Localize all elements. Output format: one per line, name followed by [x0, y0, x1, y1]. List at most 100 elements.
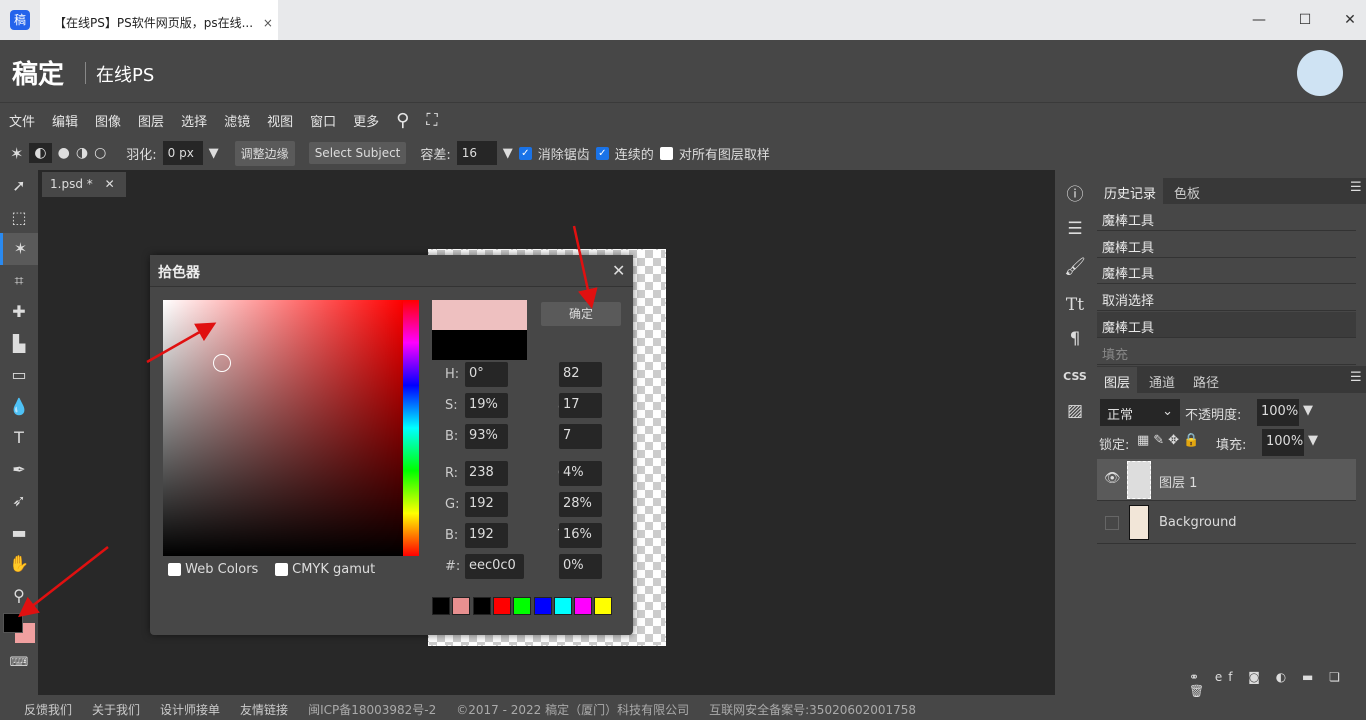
color-field-input[interactable]: 16%	[559, 523, 602, 548]
color-field-input[interactable]: 93%	[465, 424, 508, 449]
hand-tool-icon[interactable]: ✋	[0, 548, 38, 580]
color-field-input[interactable]: eec0c0	[465, 554, 524, 579]
menu-file[interactable]: 文件	[0, 111, 43, 130]
layer-row[interactable]: Background	[1097, 502, 1356, 544]
keyboard-icon[interactable]: ⌨	[0, 647, 38, 679]
ok-button[interactable]: 确定	[541, 302, 621, 326]
character-icon[interactable]: Tt	[1055, 288, 1095, 322]
color-field-input[interactable]: 238	[465, 461, 508, 486]
visibility-eye-icon[interactable]: 👁	[1104, 471, 1121, 486]
intersect-selection-icon[interactable]: ○	[94, 145, 106, 161]
zoom-tool-icon[interactable]: ⚲	[0, 580, 38, 612]
menu-more[interactable]: 更多	[344, 111, 387, 130]
preset-swatch[interactable]	[432, 597, 450, 615]
tab-layers[interactable]: 图层	[1097, 367, 1138, 393]
feather-input[interactable]: 0 px	[162, 141, 203, 165]
preset-swatch[interactable]	[492, 597, 511, 615]
history-item[interactable]: 魔棒工具	[1097, 205, 1356, 231]
preset-swatch[interactable]	[452, 597, 471, 615]
feather-dropdown-icon[interactable]: ▼	[209, 146, 219, 161]
crop-tool-icon[interactable]: ⌗	[0, 265, 38, 297]
cmyk-gamut-option[interactable]: CMYK gamut	[275, 562, 375, 577]
maximize-button[interactable]: ☐	[1290, 8, 1320, 32]
healing-tool-icon[interactable]: ✚	[0, 296, 38, 328]
visibility-checkbox[interactable]	[1105, 516, 1119, 530]
hue-slider[interactable]	[403, 300, 419, 556]
color-field-input[interactable]: 17	[559, 393, 602, 418]
color-field-input[interactable]: 7	[559, 424, 602, 449]
contiguous-checkbox[interactable]: ✓	[595, 146, 609, 160]
footer-link-about[interactable]: 关于我们	[92, 701, 140, 718]
path-select-tool-icon[interactable]: ➶	[0, 485, 38, 517]
menu-filter[interactable]: 滤镜	[215, 111, 258, 130]
subtract-selection-icon[interactable]: ◑	[76, 145, 88, 161]
browser-tab[interactable]: 【在线PS】PS软件网页版，ps在线... ×	[40, 0, 278, 40]
history-menu-icon[interactable]: ☰	[1350, 180, 1362, 195]
history-item[interactable]: 魔棒工具	[1097, 231, 1356, 258]
fill-input[interactable]: 100%	[1262, 429, 1304, 456]
image-icon[interactable]: ▨	[1055, 394, 1095, 428]
menu-view[interactable]: 视图	[258, 111, 301, 130]
footer-link-friends[interactable]: 友情链接	[240, 701, 288, 718]
color-field-input[interactable]: 4%	[559, 461, 602, 486]
blur-tool-icon[interactable]: 💧	[0, 391, 38, 423]
footer-security[interactable]: 互联网安全备案号:35020602001758	[709, 701, 916, 718]
menu-select[interactable]: 选择	[172, 111, 215, 130]
opacity-input[interactable]: 100%	[1257, 399, 1299, 426]
pen-tool-icon[interactable]: ✒	[0, 454, 38, 486]
tab-close-icon[interactable]: ×	[263, 16, 273, 30]
tab-swatches[interactable]: 色板	[1167, 178, 1207, 204]
preset-swatch[interactable]	[513, 597, 532, 615]
type-tool-icon[interactable]: T	[0, 422, 38, 454]
tab-channels[interactable]: 通道	[1142, 367, 1182, 393]
footer-link-feedback[interactable]: 反馈我们	[24, 701, 72, 718]
search-icon[interactable]: ⚲	[387, 110, 417, 131]
menu-image[interactable]: 图像	[86, 111, 129, 130]
shape-tool-icon[interactable]: ▬	[0, 517, 38, 549]
layer-actions[interactable]: ⚭ ef ◙ ◐ ▬ ❏ 🗑	[1189, 670, 1366, 698]
preset-swatch[interactable]	[533, 597, 552, 615]
menu-edit[interactable]: 编辑	[43, 111, 86, 130]
preset-swatch[interactable]	[574, 597, 593, 615]
window-close-button[interactable]: ✕	[1335, 8, 1365, 32]
document-tab[interactable]: 1.psd * ✕	[42, 172, 126, 197]
tab-history[interactable]: 历史记录	[1097, 178, 1164, 204]
color-field-input[interactable]: 192	[465, 492, 508, 517]
new-selection-icon[interactable]: ◐	[29, 143, 52, 163]
minimize-button[interactable]: —	[1244, 8, 1274, 32]
preset-swatch[interactable]	[553, 597, 572, 615]
color-field-input[interactable]: 0°	[465, 362, 508, 387]
foreground-color-swatch[interactable]	[3, 613, 23, 633]
logo[interactable]: 稿定	[12, 54, 64, 91]
fill-dropdown-icon[interactable]: ▼	[1308, 433, 1318, 448]
preset-swatch[interactable]	[594, 597, 613, 615]
history-item[interactable]: 填充	[1097, 338, 1356, 365]
all-layers-checkbox[interactable]	[659, 146, 673, 160]
history-item[interactable]: 魔棒工具	[1097, 311, 1356, 338]
menu-layer[interactable]: 图层	[129, 111, 172, 130]
footer-icp[interactable]: 闽ICP备18003982号-2	[308, 701, 436, 718]
history-item[interactable]: 取消选择	[1097, 285, 1356, 312]
footer-link-designer[interactable]: 设计师接单	[160, 701, 220, 718]
marquee-tool-icon[interactable]: ⬚	[0, 202, 38, 234]
antialias-checkbox[interactable]: ✓	[518, 146, 532, 160]
paragraph-icon[interactable]: ¶	[1055, 322, 1095, 356]
gradient-tool-icon[interactable]: ▭	[0, 359, 38, 391]
lock-icons[interactable]: ▦✎✥🔒	[1137, 433, 1203, 448]
adjustments-icon[interactable]: ☰	[1055, 212, 1095, 246]
color-field-input[interactable]: 82	[559, 362, 602, 387]
layer-row[interactable]: 👁 图层 1	[1097, 459, 1356, 501]
dialog-close-button[interactable]: ✕	[612, 261, 625, 280]
brush-icon[interactable]: 🖌	[1055, 250, 1095, 284]
layers-menu-icon[interactable]: ☰	[1350, 370, 1362, 385]
refine-edge-button[interactable]: 调整边缘	[234, 140, 295, 166]
add-selection-icon[interactable]: ●	[58, 145, 70, 161]
tab-paths[interactable]: 路径	[1186, 367, 1226, 393]
tolerance-dropdown-icon[interactable]: ▼	[503, 146, 513, 161]
color-field-input[interactable]: 19%	[465, 393, 508, 418]
css-icon[interactable]: CSS	[1055, 360, 1095, 394]
web-colors-option[interactable]: Web Colors	[168, 562, 258, 577]
color-field-input[interactable]: 0%	[559, 554, 602, 579]
avatar[interactable]	[1297, 50, 1343, 96]
history-item[interactable]: 魔棒工具	[1097, 258, 1356, 285]
